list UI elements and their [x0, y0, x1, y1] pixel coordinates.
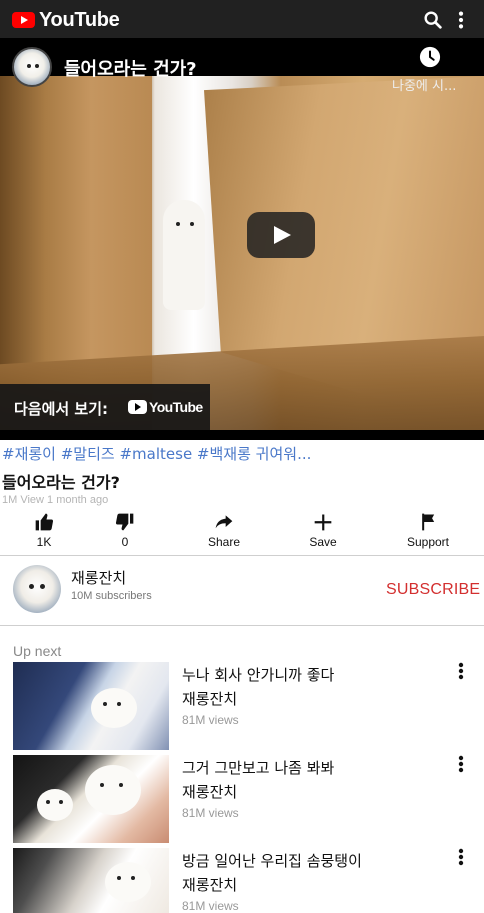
like-button[interactable]: 1K — [4, 508, 84, 554]
watch-later-button[interactable]: 나중에 시... — [390, 46, 468, 96]
support-button[interactable]: Support — [388, 508, 468, 554]
youtube-logo-icon — [12, 12, 35, 28]
youtube-logo[interactable]: YouTube — [12, 7, 120, 33]
clock-icon — [419, 46, 441, 68]
video-channel-avatar[interactable] — [12, 47, 52, 87]
thumbs-down-icon — [115, 513, 134, 531]
more-vert-icon[interactable] — [452, 848, 470, 870]
divider — [0, 555, 484, 556]
watch-on-brand: YouTube — [149, 399, 203, 415]
search-icon[interactable] — [422, 9, 444, 31]
channel-avatar[interactable] — [13, 565, 61, 613]
youtube-wordmark: YouTube — [128, 399, 203, 415]
more-vert-icon[interactable] — [452, 755, 470, 777]
up-next-title[interactable]: 방금 일어난 우리집 솜뭉탱이 — [182, 850, 362, 871]
youtube-logo-icon — [128, 400, 147, 414]
divider — [0, 625, 484, 626]
subscribe-button[interactable]: SUBSCRIBE — [386, 581, 480, 599]
flag-icon — [422, 513, 435, 531]
up-next-views: 81M views — [182, 899, 239, 913]
up-next-title[interactable]: 그거 그만보고 나좀 봐봐 — [182, 757, 334, 778]
video-player[interactable] — [0, 38, 484, 440]
video-title: 들어오라는 건가? — [2, 473, 120, 492]
share-label: Share — [207, 535, 241, 549]
support-label: Support — [406, 535, 450, 549]
up-next-item[interactable]: 방금 일어난 우리집 솜뭉탱이 재롱잔치 81M views — [0, 848, 484, 913]
hashtags[interactable]: #재롱이 #말티즈 #maltese #백재롱 귀여워... — [2, 443, 311, 464]
like-count: 1K — [36, 535, 52, 549]
up-next-channel: 재롱잔치 — [182, 783, 238, 801]
video-thumbnail[interactable] — [13, 848, 169, 913]
video-meta: 1M View 1 month ago — [2, 494, 109, 506]
up-next-views: 81M views — [182, 806, 239, 820]
up-next-channel: 재롱잔치 — [182, 876, 238, 894]
watch-later-label: 나중에 시... — [392, 79, 457, 94]
channel-name[interactable]: 재롱잔치 — [71, 567, 126, 588]
play-button[interactable] — [247, 212, 315, 258]
plus-icon — [314, 514, 332, 531]
video-frame — [0, 76, 484, 430]
action-bar: 1K 0 Share Save Support — [0, 508, 484, 554]
dislike-count: 0 — [121, 535, 129, 549]
save-button[interactable]: Save — [283, 508, 363, 554]
watch-on-label: 다음에서 보기: — [14, 400, 109, 418]
more-vert-icon[interactable] — [452, 662, 470, 684]
dislike-button[interactable]: 0 — [85, 508, 165, 554]
subscriber-count: 10M subscribers — [71, 590, 152, 602]
up-next-heading: Up next — [13, 643, 62, 659]
top-app-bar: YouTube — [0, 0, 484, 38]
brand-name: YouTube — [39, 8, 120, 31]
up-next-channel: 재롱잔치 — [182, 690, 238, 708]
up-next-item[interactable]: 그거 그만보고 나좀 봐봐 재롱잔치 81M views — [0, 755, 484, 845]
share-icon — [215, 515, 233, 529]
video-thumbnail[interactable] — [13, 662, 169, 750]
share-button[interactable]: Share — [184, 508, 264, 554]
thumbs-up-icon — [35, 513, 54, 531]
watch-on-youtube-button[interactable]: 다음에서 보기: YouTube — [0, 384, 210, 430]
up-next-title[interactable]: 누나 회사 안가니까 좋다 — [182, 664, 334, 685]
video-thumbnail[interactable] — [13, 755, 169, 843]
up-next-item[interactable]: 누나 회사 안가니까 좋다 재롱잔치 81M views — [0, 662, 484, 752]
player-video-title[interactable]: 들어오라는 건가? — [64, 55, 197, 81]
up-next-views: 81M views — [182, 713, 239, 727]
more-vert-icon[interactable] — [450, 9, 472, 31]
save-label: Save — [309, 535, 337, 549]
